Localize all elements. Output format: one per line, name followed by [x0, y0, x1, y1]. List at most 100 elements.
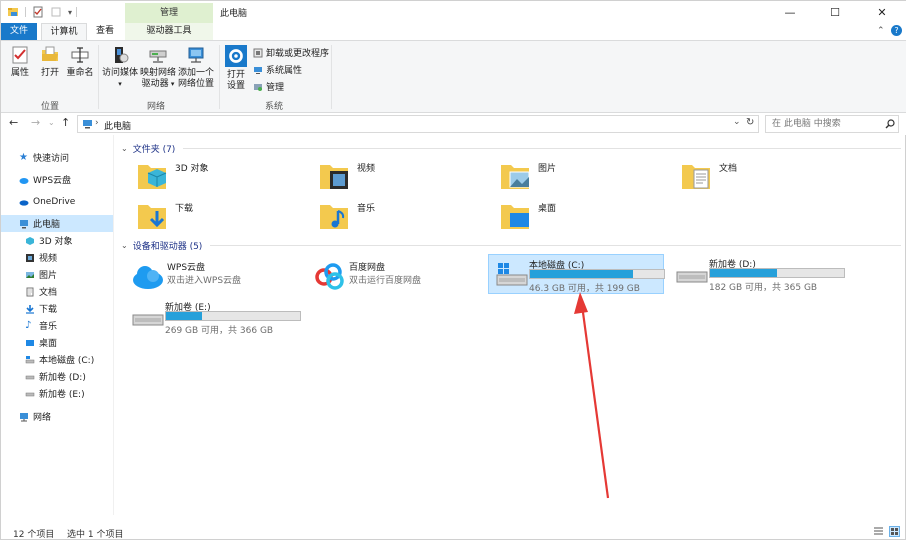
customize-quick-access-icon[interactable]: ▾ — [68, 8, 72, 17]
nav-item-local-disk-c[interactable]: 本地磁盘 (C:) — [25, 351, 94, 368]
navigation-pane: ★ 快速访问 WPS云盘 OneDrive 此电脑 3D 对象 视频 图片 文档… — [1, 135, 114, 515]
nav-item-videos[interactable]: 视频 — [25, 249, 57, 266]
nav-item-3d-objects[interactable]: 3D 对象 — [25, 232, 73, 249]
nav-item-music[interactable]: ♪ 音乐 — [25, 317, 57, 334]
open-settings-button[interactable]: 打开 设置 — [223, 45, 249, 92]
back-arrow-icon[interactable]: ← — [9, 116, 18, 129]
help-icon[interactable]: ? — [891, 25, 902, 36]
3d-objects-icon — [138, 165, 167, 189]
nav-label: 桌面 — [39, 339, 58, 349]
nav-item-documents[interactable]: 文档 — [25, 283, 57, 300]
folder-desktop[interactable]: 桌面 — [488, 199, 658, 237]
uninstall-label: 卸载或更改程序 — [266, 49, 330, 59]
address-dropdown-icon[interactable]: ⌄ — [733, 117, 741, 127]
selection-count: 选中 1 个项目 — [67, 530, 124, 540]
nav-label: 新加卷 (D:) — [39, 373, 86, 383]
refresh-icon[interactable]: ↻ — [746, 117, 754, 128]
search-box[interactable]: 在 此电脑 中搜索 — [765, 115, 899, 133]
devices-section-header[interactable]: ⌄ 设备和驱动器 (5) — [121, 238, 901, 252]
video-icon — [26, 253, 34, 262]
tab-computer[interactable]: 计算机 — [41, 23, 87, 40]
properties-button[interactable]: 属性 — [7, 45, 33, 79]
baidu-netdisk-item[interactable]: 百度网盘 双击运行百度网盘 — [307, 257, 483, 297]
wps-cloud-icon — [19, 177, 29, 184]
folder-name: 桌面 — [538, 204, 557, 214]
details-view-icon[interactable] — [873, 526, 884, 537]
drive-usage-fill — [530, 270, 634, 278]
pictures-icon — [26, 271, 34, 278]
nav-item-quick-access[interactable]: ★ 快速访问 — [19, 149, 69, 166]
folder-pictures[interactable]: 图片 — [488, 159, 658, 197]
baidu-netdisk-icon — [315, 263, 344, 290]
separator — [76, 7, 78, 17]
nav-item-pictures[interactable]: 图片 — [25, 266, 57, 283]
forward-arrow-icon[interactable]: → — [31, 116, 40, 129]
large-icons-view-icon[interactable] — [889, 526, 900, 537]
folder-3d-objects[interactable]: 3D 对象 — [125, 159, 295, 197]
drive-volume-d[interactable]: 新加卷 (D:) 182 GB 可用，共 365 GB — [669, 254, 845, 294]
documents-icon — [26, 287, 34, 296]
app-description: 双击进入WPS云盘 — [167, 276, 242, 286]
tab-file[interactable]: 文件 — [1, 23, 37, 40]
drive-usage-bar — [709, 268, 845, 278]
nav-item-wps-cloud[interactable]: WPS云盘 — [19, 171, 71, 188]
close-button[interactable]: ✕ — [859, 1, 905, 23]
folder-music[interactable]: 音乐 — [307, 199, 477, 237]
rename-button[interactable]: 重命名 — [65, 45, 95, 79]
folders-section-header[interactable]: ⌄ 文件夹 (7) — [121, 141, 901, 155]
access-media-button[interactable]: 访问媒体 ▾ — [101, 45, 139, 90]
wps-cloud-item[interactable]: WPS云盘 双击进入WPS云盘 — [125, 257, 301, 297]
drive-local-disk-c[interactable]: 本地磁盘 (C:) 46.3 GB 可用，共 199 GB — [488, 254, 665, 294]
folder-name: 图片 — [538, 164, 557, 174]
minimize-button[interactable]: — — [767, 1, 813, 23]
map-network-drive-label2: 驱动器 — [141, 79, 169, 89]
folder-documents[interactable]: 文档 — [669, 159, 839, 197]
this-pc-icon — [20, 219, 28, 228]
drive-usage-bar — [165, 311, 301, 321]
nav-label: 视频 — [39, 254, 58, 264]
manage-label: 管理 — [266, 83, 285, 93]
maximize-button[interactable]: ☐ — [813, 1, 857, 23]
nav-item-this-pc[interactable]: 此电脑 — [1, 215, 113, 232]
drive-volume-e[interactable]: 新加卷 (E:) 269 GB 可用，共 366 GB — [125, 297, 301, 337]
nav-label: 图片 — [39, 271, 58, 281]
system-properties-button[interactable]: 系统属性 — [253, 63, 302, 76]
recent-locations-icon[interactable]: ⌄ — [48, 118, 55, 127]
address-bar[interactable]: › 此电脑 ⌄ ↻ — [77, 115, 759, 133]
manage-button[interactable]: 管理 — [253, 80, 284, 93]
tab-view[interactable]: 查看 — [89, 23, 121, 40]
rename-label: 重命名 — [66, 68, 94, 78]
app-name: WPS云盘 — [167, 263, 206, 273]
quick-access-toolbar: ▾ — [7, 5, 78, 19]
search-icon[interactable] — [885, 119, 895, 129]
folder-downloads[interactable]: 下载 — [125, 199, 295, 237]
breadcrumb-this-pc[interactable]: 此电脑 — [104, 119, 131, 132]
folder-videos[interactable]: 视频 — [307, 159, 477, 197]
network-location-icon — [188, 47, 204, 63]
open-button[interactable]: 打开 — [37, 45, 63, 79]
open-settings-label1: 打开 — [226, 70, 245, 80]
nav-item-downloads[interactable]: 下载 — [25, 300, 57, 317]
map-network-drive-button[interactable]: 映射网络 驱动器 ▾ — [139, 45, 177, 90]
settings-gear-icon — [225, 45, 247, 67]
tab-drive-tools[interactable]: 驱动器工具 — [125, 23, 213, 40]
nav-item-desktop[interactable]: 桌面 — [25, 334, 57, 351]
nav-item-volume-d[interactable]: 新加卷 (D:) — [25, 368, 86, 385]
nav-label: 快速访问 — [33, 154, 70, 164]
collapse-chevron-icon: ⌄ — [121, 143, 128, 153]
up-arrow-icon[interactable]: ↑ — [61, 116, 70, 129]
manage-icon — [254, 83, 262, 91]
nav-item-network[interactable]: 网络 — [19, 408, 51, 425]
add-network-location-button[interactable]: 添加一个 网络位置 — [177, 45, 215, 90]
pane-divider[interactable] — [113, 135, 114, 515]
ribbon-collapse-icon[interactable]: ⌃ — [877, 26, 885, 36]
explorer-window: ▾ 管理 此电脑 — ☐ ✕ 文件 计算机 查看 驱动器工具 ⌃ ? 属性 打开… — [0, 0, 906, 540]
app-name: 百度网盘 — [349, 263, 386, 273]
properties-quick-icon[interactable] — [32, 6, 44, 18]
undo-quick-icon[interactable] — [50, 6, 62, 18]
group-separator — [331, 45, 332, 109]
nav-item-volume-e[interactable]: 新加卷 (E:) — [25, 385, 85, 402]
drive-icon — [676, 271, 708, 283]
nav-item-onedrive[interactable]: OneDrive — [19, 193, 75, 210]
uninstall-programs-button[interactable]: 卸载或更改程序 — [253, 46, 329, 59]
